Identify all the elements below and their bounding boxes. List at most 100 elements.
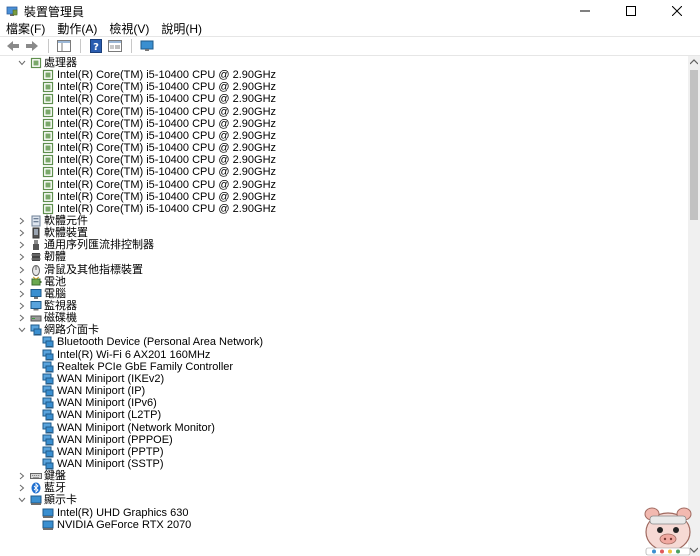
minimize-button[interactable] — [562, 0, 608, 22]
tree-category[interactable]: 處理器 — [0, 57, 680, 69]
menu-view[interactable]: 檢視(V) — [103, 22, 155, 36]
chevron-right-icon[interactable] — [17, 470, 27, 482]
window-title: 裝置管理員 — [24, 4, 85, 19]
tree-device[interactable]: WAN Miniport (PPPOE) — [0, 434, 680, 446]
chevron-right-icon[interactable] — [17, 300, 27, 312]
tree-category[interactable]: 磁碟機 — [0, 312, 680, 324]
tree-device[interactable]: WAN Miniport (IKEv2) — [0, 373, 680, 385]
tree-device[interactable]: WAN Miniport (SSTP) — [0, 458, 680, 470]
maximize-button[interactable] — [608, 0, 654, 22]
network-adapter-icon — [42, 458, 54, 470]
tree-device[interactable]: WAN Miniport (L2TP) — [0, 409, 680, 421]
tree-item-label: 顯示卡 — [44, 494, 77, 507]
tree-category[interactable]: 軟體元件 — [0, 215, 680, 227]
tree-category[interactable]: 電腦 — [0, 288, 680, 300]
tree-item-label: 藍牙 — [44, 482, 66, 495]
chevron-right-icon[interactable] — [17, 215, 27, 227]
scan-hardware-button[interactable] — [138, 38, 156, 54]
tree-category[interactable]: 顯示卡 — [0, 494, 680, 506]
display-adapter-icon — [42, 507, 54, 519]
maximize-icon — [626, 6, 636, 16]
chevron-right-icon[interactable] — [17, 482, 27, 494]
tree-category[interactable]: 鍵盤 — [0, 470, 680, 482]
tree-device[interactable]: Intel(R) Core(TM) i5-10400 CPU @ 2.90GHz — [0, 179, 680, 191]
keyboard-icon — [30, 470, 42, 482]
forward-button[interactable] — [23, 38, 41, 54]
chevron-right-icon[interactable] — [17, 276, 27, 288]
tree-item-label: WAN Miniport (PPPOE) — [57, 433, 173, 446]
tree-device[interactable]: WAN Miniport (IP) — [0, 385, 680, 397]
tree-category[interactable]: 軟體裝置 — [0, 227, 680, 239]
tree-device[interactable]: Intel(R) Core(TM) i5-10400 CPU @ 2.90GHz — [0, 203, 680, 215]
tree-category[interactable]: 藍牙 — [0, 482, 680, 494]
network-adapter-icon — [42, 336, 54, 348]
menu-help[interactable]: 說明(H) — [155, 22, 208, 36]
tree-item-label: Bluetooth Device (Personal Area Network) — [57, 336, 264, 349]
cpu-icon — [42, 154, 54, 166]
tree-category[interactable]: 滑鼠及其他指標裝置 — [0, 264, 680, 276]
scroll-thumb[interactable] — [690, 70, 698, 220]
properties-button[interactable] — [106, 38, 124, 54]
tree-device[interactable]: Intel(R) Core(TM) i5-10400 CPU @ 2.90GHz — [0, 166, 680, 178]
tree-item-label: NVIDIA GeForce RTX 2070 — [57, 518, 192, 531]
tree-category[interactable]: 監視器 — [0, 300, 680, 312]
network-adapter-icon — [42, 361, 54, 373]
device-manager-icon — [6, 6, 18, 16]
tree-device[interactable]: Intel(R) Core(TM) i5-10400 CPU @ 2.90GHz — [0, 69, 680, 81]
tree-category[interactable]: 電池 — [0, 276, 680, 288]
back-button[interactable] — [4, 38, 22, 54]
vertical-scrollbar[interactable] — [688, 56, 700, 556]
chevron-right-icon[interactable] — [17, 251, 27, 263]
tree-item-label: Intel(R) Core(TM) i5-10400 CPU @ 2.90GHz — [57, 81, 277, 94]
menu-file[interactable]: 檔案(F) — [0, 22, 51, 36]
tree-item-label: 通用序列匯流排控制器 — [44, 239, 154, 252]
tree-device[interactable]: Intel(R) Core(TM) i5-10400 CPU @ 2.90GHz — [0, 191, 680, 203]
toolbar-separator — [80, 39, 81, 53]
tree-device[interactable]: Intel(R) Wi-Fi 6 AX201 160MHz — [0, 349, 680, 361]
tree-device[interactable]: NVIDIA GeForce RTX 2070 — [0, 519, 680, 531]
tree-device[interactable]: Intel(R) Core(TM) i5-10400 CPU @ 2.90GHz — [0, 130, 680, 142]
cpu-icon — [42, 179, 54, 191]
close-button[interactable] — [654, 0, 700, 22]
tree-item-label: WAN Miniport (L2TP) — [57, 409, 162, 422]
cpu-icon — [42, 93, 54, 105]
chevron-right-icon[interactable] — [17, 312, 27, 324]
tree-device[interactable]: Intel(R) Core(TM) i5-10400 CPU @ 2.90GHz — [0, 118, 680, 130]
chevron-right-icon[interactable] — [17, 264, 27, 276]
tree-device[interactable]: WAN Miniport (PPTP) — [0, 446, 680, 458]
chevron-down-icon[interactable] — [17, 324, 27, 336]
tree-category[interactable]: 韌體 — [0, 251, 680, 263]
tree-device[interactable]: Realtek PCIe GbE Family Controller — [0, 361, 680, 373]
tree-device[interactable]: Intel(R) Core(TM) i5-10400 CPU @ 2.90GHz — [0, 106, 680, 118]
cpu-icon — [42, 118, 54, 130]
computer-icon — [30, 288, 42, 300]
display-adapter-icon — [30, 494, 42, 506]
tree-device[interactable]: Intel(R) Core(TM) i5-10400 CPU @ 2.90GHz — [0, 142, 680, 154]
help-button[interactable]: ? — [87, 38, 105, 54]
chevron-down-icon[interactable] — [17, 494, 27, 506]
tree-category[interactable]: 通用序列匯流排控制器 — [0, 239, 680, 251]
tree-device[interactable]: Intel(R) Core(TM) i5-10400 CPU @ 2.90GHz — [0, 93, 680, 105]
cpu-icon — [30, 57, 42, 69]
chevron-right-icon[interactable] — [17, 239, 27, 251]
tree-device[interactable]: Intel(R) Core(TM) i5-10400 CPU @ 2.90GHz — [0, 81, 680, 93]
toolbar-separator — [131, 39, 132, 53]
scroll-up-button[interactable] — [688, 56, 700, 68]
tree-device[interactable]: WAN Miniport (Network Monitor) — [0, 422, 680, 434]
cpu-icon — [42, 166, 54, 178]
tree-device[interactable]: Bluetooth Device (Personal Area Network) — [0, 336, 680, 348]
tree-device[interactable]: WAN Miniport (IPv6) — [0, 397, 680, 409]
mouse-icon — [30, 264, 42, 276]
tree-category[interactable]: 網路介面卡 — [0, 324, 680, 336]
tree-device[interactable]: Intel(R) UHD Graphics 630 — [0, 507, 680, 519]
tree-device[interactable]: Intel(R) Core(TM) i5-10400 CPU @ 2.90GHz — [0, 154, 680, 166]
chevron-right-icon[interactable] — [17, 288, 27, 300]
show-hide-console-tree-button[interactable] — [55, 38, 73, 54]
tree-item-label: Intel(R) Core(TM) i5-10400 CPU @ 2.90GHz — [57, 117, 277, 130]
menu-action[interactable]: 動作(A) — [51, 22, 103, 36]
chevron-right-icon[interactable] — [17, 227, 27, 239]
tree-item-label: WAN Miniport (PPTP) — [57, 445, 164, 458]
cpu-icon — [42, 106, 54, 118]
chevron-down-icon[interactable] — [17, 57, 27, 69]
back-arrow-icon — [7, 41, 19, 51]
